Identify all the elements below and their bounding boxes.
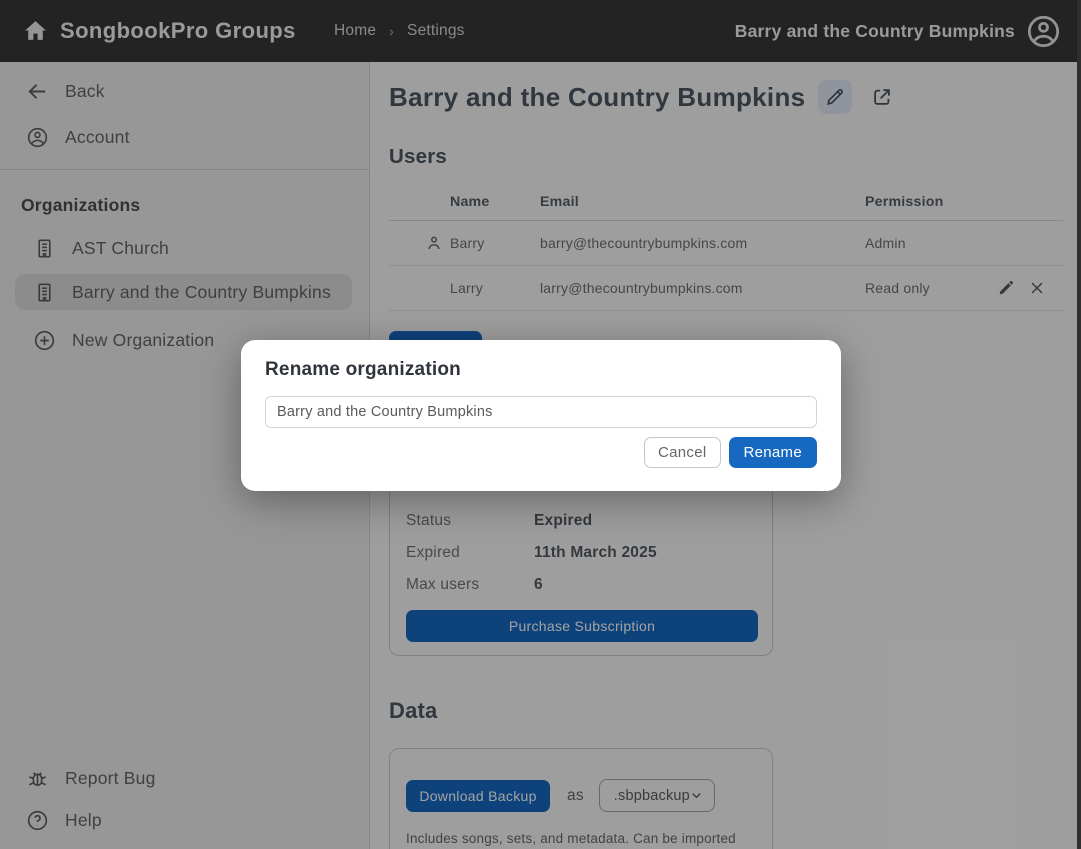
organization-name-input[interactable] xyxy=(265,396,817,428)
app-window: SongbookPro Groups Home › Settings Barry… xyxy=(0,0,1081,849)
rename-button[interactable]: Rename xyxy=(729,437,818,468)
rename-organization-dialog: Rename organization Cancel Rename xyxy=(241,340,841,491)
scrollbar[interactable] xyxy=(1077,0,1081,849)
dialog-title: Rename organization xyxy=(265,359,461,381)
cancel-button[interactable]: Cancel xyxy=(644,437,721,468)
